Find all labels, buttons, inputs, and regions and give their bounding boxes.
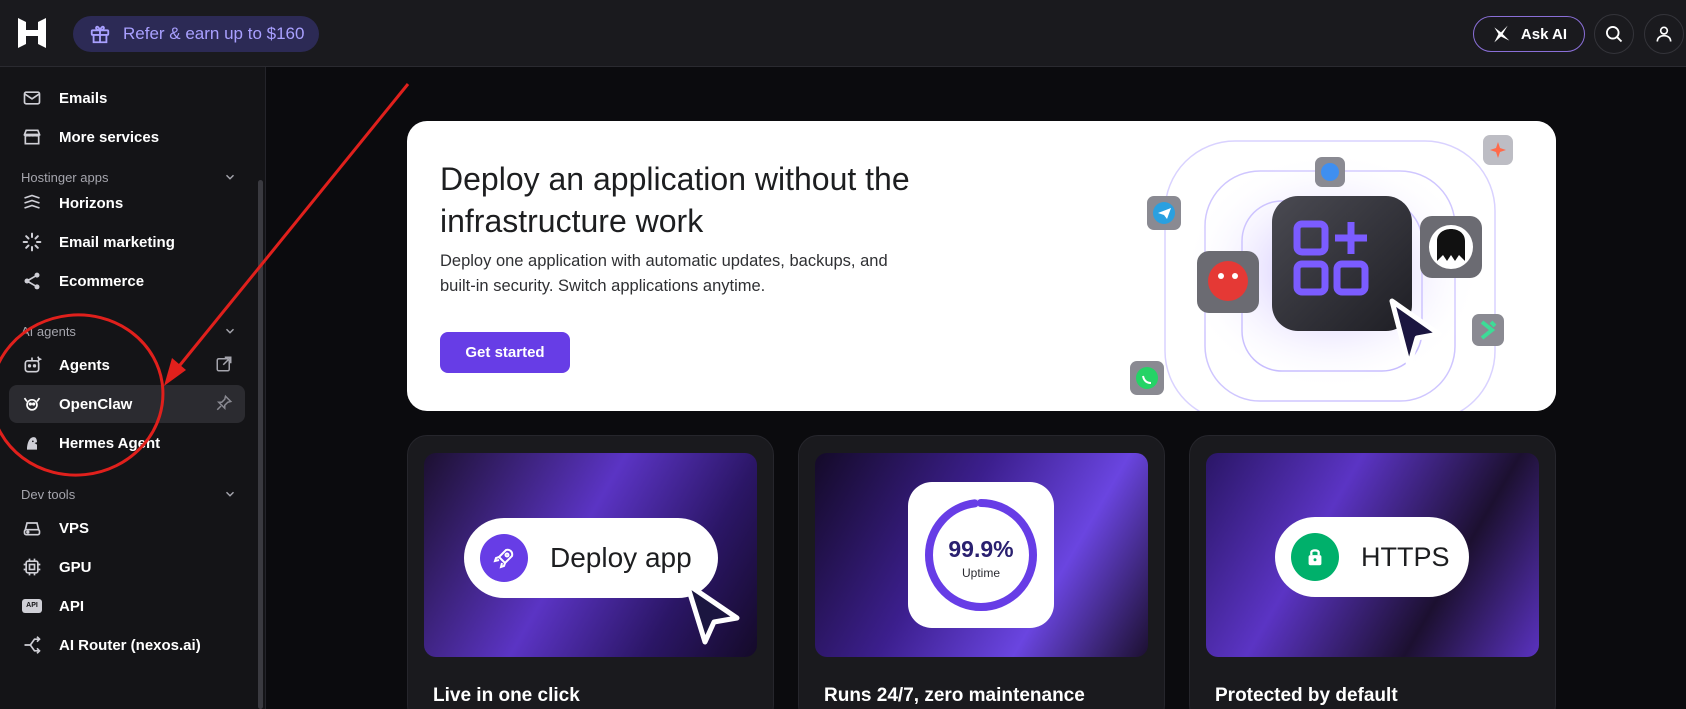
sidebar-item-agents[interactable]: Agents: [9, 346, 245, 384]
sidebar-item-label: API: [59, 597, 85, 615]
sidebar-item-label: Agents: [59, 356, 110, 374]
apps-illustration: [1087, 121, 1556, 411]
card-title: Live in one click: [433, 685, 580, 706]
claw-icon: [23, 397, 41, 411]
ask-ai-label: Ask AI: [1520, 25, 1568, 43]
gift-icon: [90, 25, 110, 44]
feature-card-https: HTTPS Protected by default: [1189, 435, 1556, 709]
sidebar-item-hermes-agent[interactable]: Hermes Agent: [9, 424, 245, 462]
sidebar-item-gpu[interactable]: GPU: [9, 548, 245, 586]
card-image: Deploy app: [424, 453, 757, 657]
feature-card-uptime: 99.9% Uptime Runs 24/7, zero maintenance: [798, 435, 1165, 709]
section-title: AI agents: [21, 323, 76, 339]
sidebar-item-emails[interactable]: Emails: [9, 79, 245, 117]
sidebar-item-label: Email marketing: [59, 233, 175, 251]
lock-icon: [1308, 549, 1322, 566]
hero-description: Deploy one application with automatic up…: [440, 252, 888, 295]
sidebar-item-label: OpenClaw: [59, 395, 133, 413]
sidebar-item-openclaw[interactable]: OpenClaw: [9, 385, 245, 423]
pill-label: HTTPS: [1361, 541, 1450, 572]
pin-icon[interactable]: [215, 394, 233, 412]
sidebar-item-ecommerce[interactable]: Ecommerce: [9, 262, 245, 300]
top-bar: Refer & earn up to $160 Ask AI: [0, 0, 1686, 67]
search-button[interactable]: [1594, 14, 1634, 54]
refer-earn-button[interactable]: Refer & earn up to $160: [73, 16, 319, 52]
store-icon: [23, 129, 41, 145]
sidebar-item-label: Ecommerce: [59, 272, 145, 290]
rocket-icon: [493, 548, 514, 569]
chevron-down-icon: [225, 328, 235, 334]
agent-icon: [24, 356, 42, 373]
hermes-icon: [27, 437, 37, 450]
horizons-icon: [24, 194, 40, 209]
account-button[interactable]: [1644, 14, 1684, 54]
sidebar-item-api[interactable]: API API: [9, 587, 245, 625]
chip-icon: [23, 558, 41, 576]
card-image: 99.9% Uptime: [815, 453, 1148, 657]
refer-earn-label: Refer & earn up to $160: [123, 24, 305, 43]
ask-ai-button[interactable]: Ask AI: [1473, 16, 1585, 52]
uptime-tile: 99.9% Uptime: [908, 482, 1054, 628]
get-started-button[interactable]: Get started: [440, 332, 570, 373]
sidebar-item-label: VPS: [59, 519, 90, 537]
sidebar-item-label: Hermes Agent: [59, 434, 161, 452]
search-icon: [1606, 26, 1623, 43]
sidebar: Emails More services Hostinger apps Hori…: [0, 67, 266, 709]
server-icon: [23, 522, 41, 536]
mail-icon: [23, 91, 41, 105]
section-dev-tools[interactable]: Dev tools: [21, 484, 237, 504]
uptime-value: 99.9%: [948, 536, 1014, 562]
hero-banner: Deploy an application without the infras…: [407, 121, 1556, 411]
sidebar-item-ai-router[interactable]: AI Router (nexos.ai): [9, 626, 245, 664]
section-ai-agents[interactable]: AI agents: [21, 321, 237, 341]
card-title: Protected by default: [1215, 685, 1398, 706]
section-title: Dev tools: [21, 486, 76, 502]
hero-title: Deploy an application without the infras…: [440, 161, 910, 239]
chevron-down-icon: [225, 491, 235, 497]
user-icon: [1656, 26, 1672, 42]
card-image: HTTPS: [1206, 453, 1539, 657]
spinner-icon: [22, 232, 42, 252]
sidebar-item-label: Emails: [59, 89, 108, 107]
sparkle-icon: [1494, 25, 1510, 43]
chevron-down-icon: [225, 174, 235, 180]
sidebar-item-label: AI Router (nexos.ai): [59, 636, 201, 654]
api-icon: API: [22, 599, 42, 613]
sidebar-item-vps[interactable]: VPS: [9, 509, 245, 547]
sidebar-item-label: Horizons: [59, 194, 124, 212]
external-link-icon[interactable]: [215, 355, 233, 373]
sidebar-item-label: GPU: [59, 558, 92, 576]
sidebar-item-more-services[interactable]: More services: [9, 118, 245, 156]
card-title: Runs 24/7, zero maintenance: [824, 685, 1085, 706]
cursor-icon: [684, 581, 740, 645]
uptime-label: Uptime: [961, 566, 1000, 580]
feature-card-live: Deploy app Live in one click: [407, 435, 774, 709]
sidebar-item-email-marketing[interactable]: Email marketing: [9, 223, 245, 261]
router-icon: [24, 636, 41, 654]
sidebar-scrollbar[interactable]: [258, 180, 263, 709]
section-title: Hostinger apps: [21, 169, 109, 185]
sidebar-item-horizons[interactable]: Horizons: [9, 184, 245, 222]
share-nodes-icon: [24, 272, 40, 290]
hostinger-logo-icon[interactable]: [16, 16, 48, 50]
pill-label: Deploy app: [550, 542, 692, 573]
sidebar-item-label: More services: [59, 128, 160, 146]
https-pill: HTTPS: [1275, 517, 1469, 597]
